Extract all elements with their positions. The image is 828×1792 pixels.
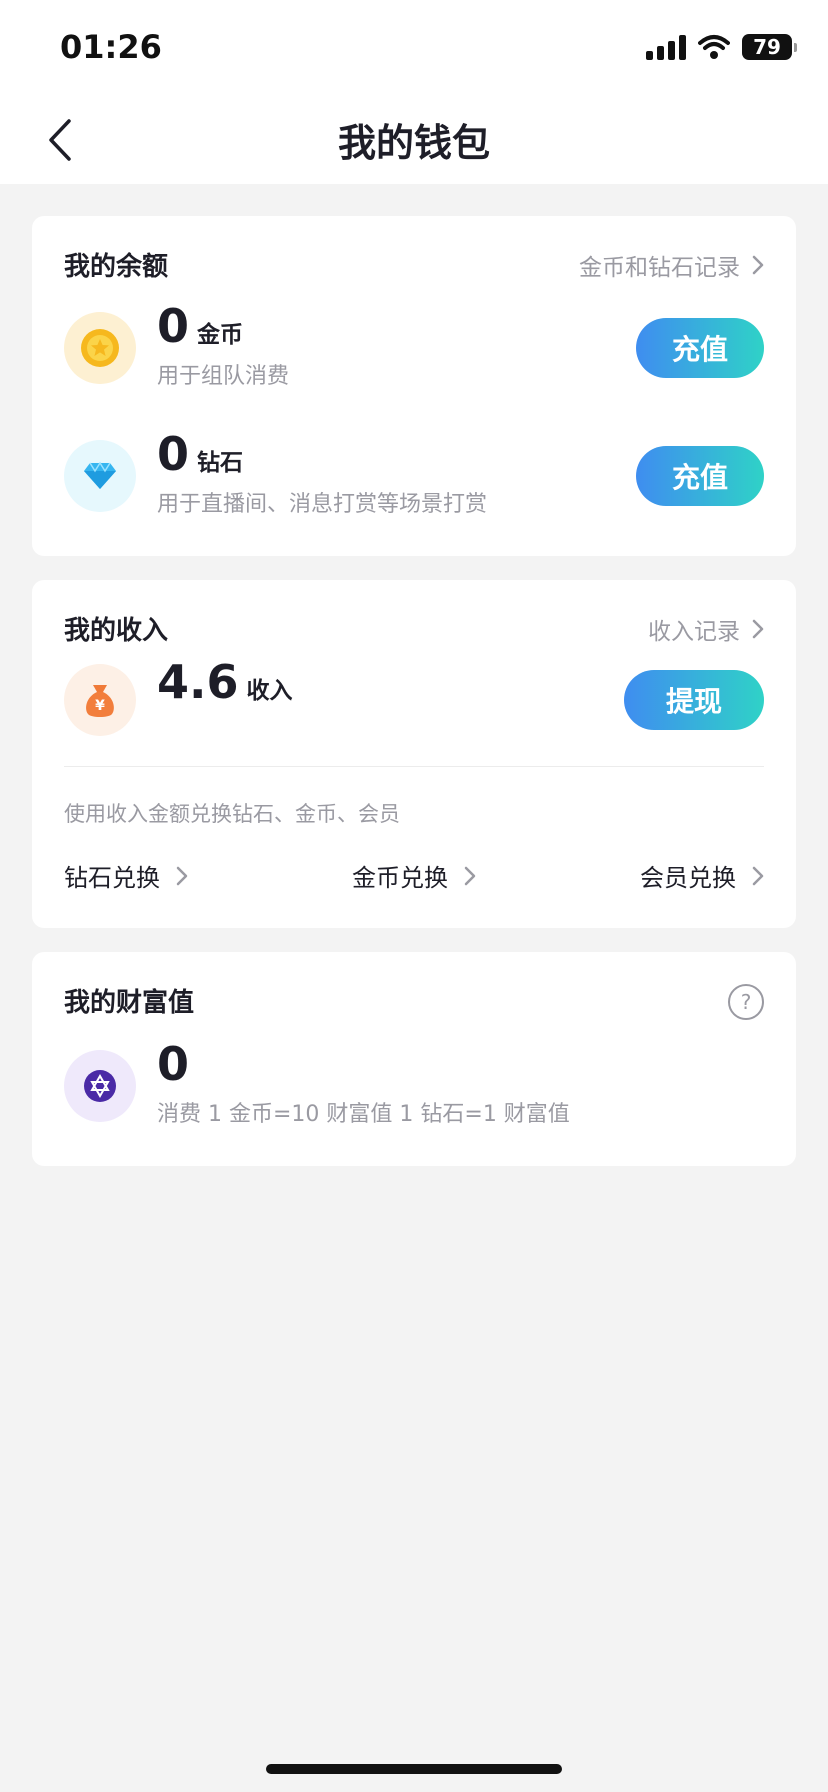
chevron-right-icon — [752, 619, 764, 638]
wealth-row: 0 消费 1 金币=10 财富值 1 钻石=1 财富值 — [64, 1040, 764, 1140]
wealth-card: 我的财富值 ? 0 消费 1 金币=10 财富值 1 钻石=1 财富值 — [32, 952, 796, 1166]
income-row: ¥ 4.6 收入 提现 — [64, 658, 764, 754]
home-indicator — [266, 1764, 562, 1774]
diamond-exchange-link[interactable]: 钻石兑换 — [64, 858, 188, 893]
chevron-right-icon — [176, 866, 188, 885]
diamond-exchange-label: 钻石兑换 — [64, 864, 160, 892]
income-record-label: 收入记录 — [648, 618, 740, 645]
coin-diamond-record-link[interactable]: 金币和钻石记录 — [579, 248, 764, 282]
chevron-right-icon — [464, 866, 476, 885]
vip-exchange-link[interactable]: 会员兑换 — [640, 858, 764, 893]
income-unit: 收入 — [246, 678, 293, 704]
coin-desc: 用于组队消费 — [157, 364, 290, 390]
help-icon[interactable]: ? — [728, 984, 764, 1020]
diamond-unit: 钻石 — [197, 450, 244, 476]
coin-row: 0 金币 用于组队消费 充值 — [64, 302, 764, 402]
status-icons: 79 — [646, 34, 797, 60]
withdraw-button[interactable]: 提现 — [624, 670, 764, 730]
income-divider — [64, 766, 764, 767]
page-title: 我的钱包 — [337, 121, 490, 165]
money-bag-icon: ¥ — [64, 664, 136, 736]
coin-exchange-link[interactable]: 金币兑换 — [352, 858, 476, 893]
status-time: 01:26 — [60, 28, 162, 66]
income-title: 我的收入 — [64, 616, 169, 646]
diamond-icon — [64, 440, 136, 512]
top-bar: 01:26 79 我的钱包 — [0, 0, 828, 184]
vip-exchange-label: 会员兑换 — [640, 864, 736, 892]
coin-recharge-button[interactable]: 充值 — [636, 318, 764, 378]
balance-title: 我的余额 — [64, 252, 169, 282]
wealth-desc: 消费 1 金币=10 财富值 1 钻石=1 财富值 — [157, 1102, 570, 1128]
wifi-icon — [698, 35, 730, 59]
battery-icon: 79 — [742, 34, 797, 60]
coin-unit: 金币 — [197, 322, 244, 348]
income-amount: 4.6 — [157, 655, 239, 709]
exchange-note: 使用收入金额兑换钻石、金币、会员 — [64, 802, 400, 826]
diamond-row: 0 钻石 用于直播间、消息打赏等场景打赏 充值 — [64, 430, 764, 530]
record-link-label: 金币和钻石记录 — [579, 254, 740, 281]
diamond-desc: 用于直播间、消息打赏等场景打赏 — [157, 492, 488, 518]
chevron-right-icon — [752, 255, 764, 274]
signal-icon — [646, 34, 686, 60]
coin-exchange-label: 金币兑换 — [352, 864, 448, 892]
wealth-amount: 0 — [157, 1037, 190, 1091]
wealth-title: 我的财富值 — [64, 988, 195, 1018]
income-record-link[interactable]: 收入记录 — [648, 612, 764, 646]
diamond-recharge-button[interactable]: 充值 — [636, 446, 764, 506]
coin-icon — [64, 312, 136, 384]
diamond-amount: 0 — [157, 427, 190, 481]
wealth-star-icon — [64, 1050, 136, 1122]
balance-card: 我的余额 金币和钻石记录 0 金币 用于组队消费 充值 0 钻石 用于直播间、消… — [32, 216, 796, 556]
exchange-row: 钻石兑换 金币兑换 会员兑换 — [64, 858, 764, 893]
income-card: 我的收入 收入记录 ¥ 4.6 收入 提现 使用收入金额兑换钻石、金币、会员 钻… — [32, 580, 796, 928]
chevron-right-icon — [752, 866, 764, 885]
svg-text:¥: ¥ — [95, 698, 105, 714]
coin-amount: 0 — [157, 299, 190, 353]
